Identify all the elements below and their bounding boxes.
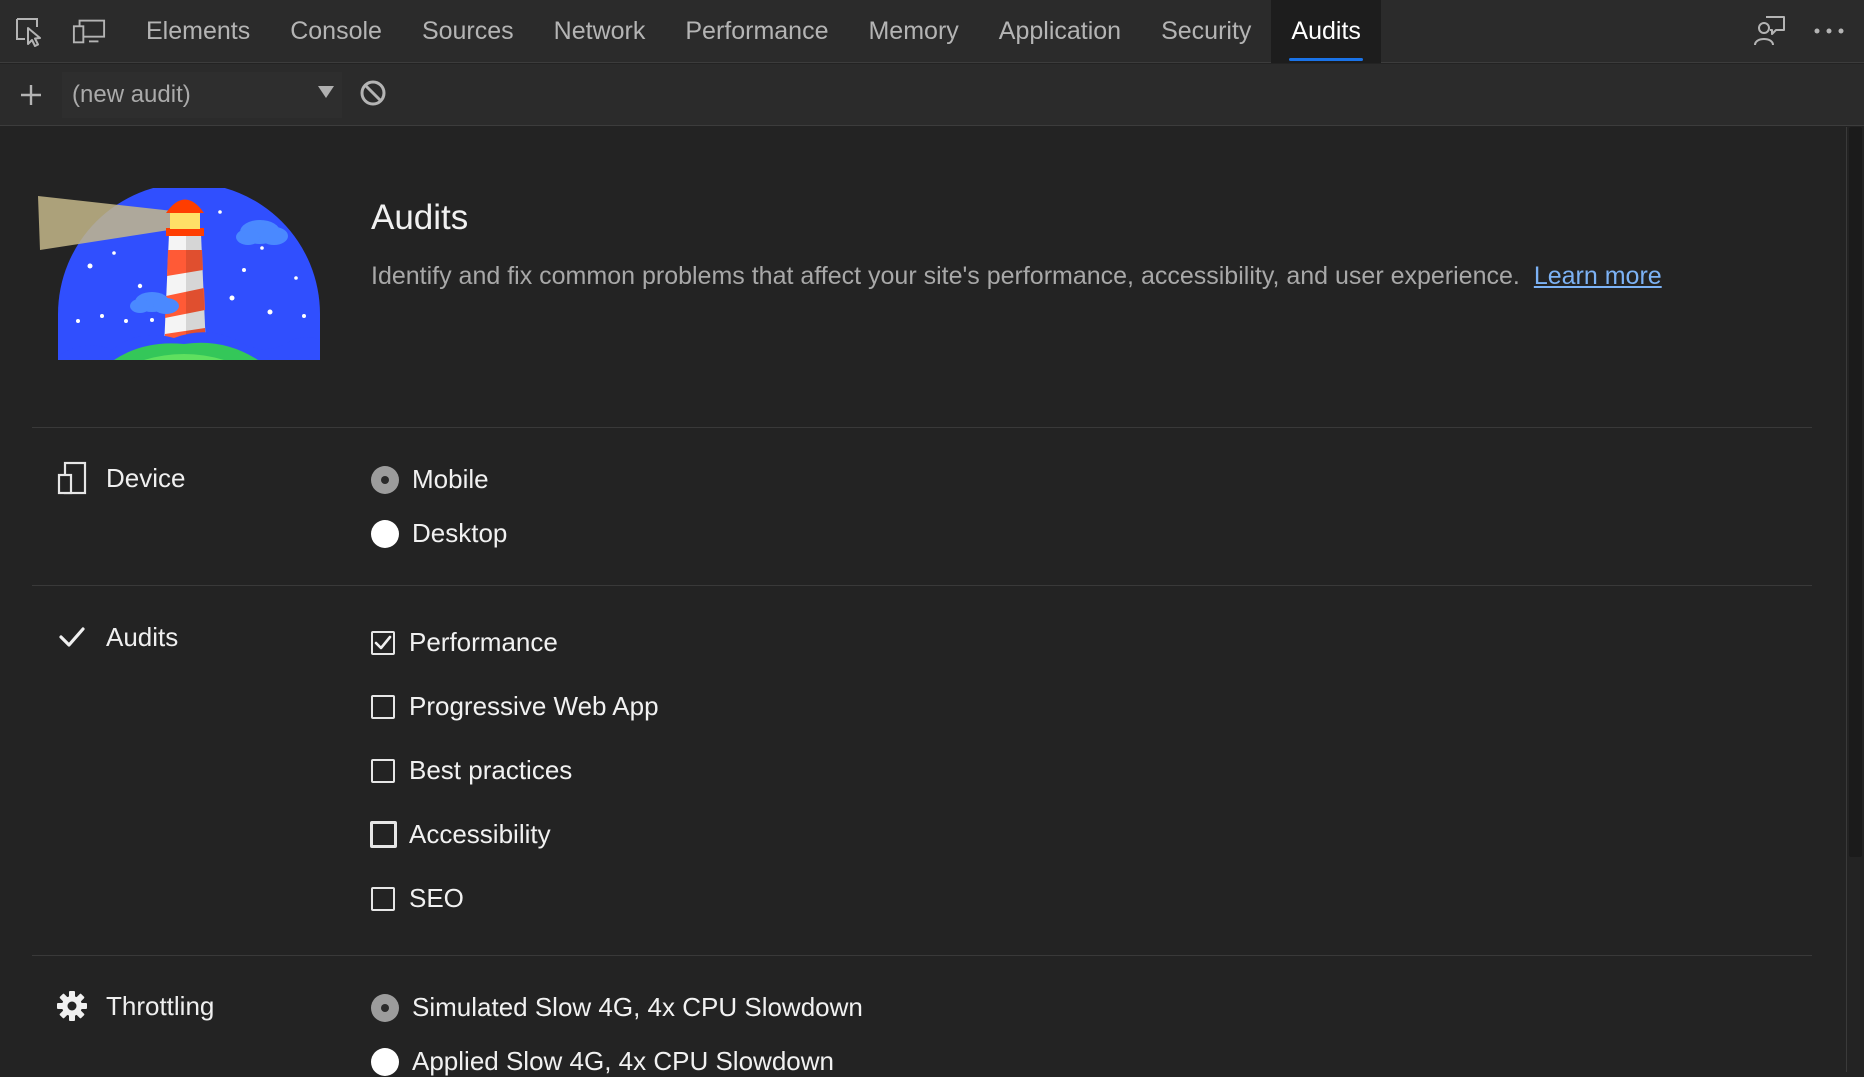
divider (32, 955, 1812, 956)
page-title: Audits (371, 198, 469, 237)
option-label: Best practices (409, 755, 573, 785)
audits-section-label: Audits (56, 620, 178, 654)
tab-performance[interactable]: Performance (665, 0, 848, 63)
option-label: Performance (409, 627, 558, 657)
device-label: Device (106, 462, 186, 493)
learn-more-link[interactable]: Learn more (1534, 262, 1662, 290)
checkbox-best-practices[interactable] (371, 758, 395, 783)
throttling-label: Throttling (106, 990, 215, 1021)
tab-application[interactable]: Application (979, 0, 1141, 63)
device-section-label: Device (56, 461, 185, 495)
audit-option-best-practices[interactable]: Best practices (371, 755, 572, 786)
page-description: Identify and fix common problems that af… (371, 262, 1662, 291)
throttling-section-label: Throttling (56, 989, 214, 1023)
gear-icon (56, 989, 88, 1023)
checkbox-accessibility[interactable] (370, 821, 397, 848)
inspect-element-icon[interactable] (12, 14, 46, 48)
tab-network[interactable]: Network (534, 0, 666, 63)
radio-desktop[interactable] (371, 519, 399, 548)
checkbox-seo[interactable] (371, 886, 395, 911)
radio-applied[interactable] (371, 1047, 399, 1076)
device-option-desktop[interactable]: Desktop (371, 518, 507, 549)
device-emulation-icon[interactable] (72, 14, 106, 48)
option-label: SEO (409, 883, 464, 913)
divider (32, 585, 1812, 586)
device-option-mobile[interactable]: Mobile (371, 464, 489, 495)
devtools-tab-bar: Elements Console Sources Network Perform… (0, 0, 1864, 63)
plus-icon[interactable] (14, 78, 48, 112)
option-label: Accessibility (409, 819, 551, 849)
audit-option-pwa[interactable]: Progressive Web App (371, 691, 659, 722)
description-text: Identify and fix common problems that af… (371, 262, 1520, 290)
checkmark-icon (56, 620, 88, 654)
throttling-option-applied[interactable]: Applied Slow 4G, 4x CPU Slowdown (371, 1046, 834, 1077)
audit-report-select[interactable]: (new audit) (62, 72, 342, 118)
audit-select-value: (new audit) (72, 81, 191, 108)
vertical-scrollbar[interactable] (1846, 127, 1864, 1072)
device-icon (56, 461, 88, 495)
feedback-icon[interactable] (1752, 14, 1786, 48)
option-label: Simulated Slow 4G, 4x CPU Slowdown (412, 992, 863, 1022)
tab-sources[interactable]: Sources (402, 0, 534, 63)
option-label: Applied Slow 4G, 4x CPU Slowdown (412, 1046, 834, 1076)
audits-toolbar: (new audit) (0, 64, 1864, 126)
option-label: Progressive Web App (409, 691, 659, 721)
more-options-icon[interactable] (1812, 14, 1846, 48)
tab-security[interactable]: Security (1141, 0, 1271, 63)
tab-elements[interactable]: Elements (126, 0, 270, 63)
chevron-down-icon (318, 86, 334, 98)
option-label: Desktop (412, 518, 508, 548)
tab-memory[interactable]: Memory (848, 0, 978, 63)
clear-block-icon[interactable] (358, 78, 388, 113)
audits-label: Audits (106, 621, 179, 652)
radio-mobile[interactable] (371, 465, 399, 494)
divider (32, 427, 1812, 428)
radio-simulated[interactable] (371, 993, 399, 1022)
audit-option-performance[interactable]: Performance (371, 627, 558, 658)
audit-option-accessibility[interactable]: Accessibility (370, 819, 551, 850)
checkbox-performance[interactable] (371, 630, 395, 655)
lighthouse-logo (34, 183, 330, 365)
checkbox-pwa[interactable] (371, 694, 395, 719)
tab-console[interactable]: Console (270, 0, 402, 63)
audit-option-seo[interactable]: SEO (371, 883, 464, 914)
panel-tabs: Elements Console Sources Network Perform… (126, 0, 1381, 63)
tab-audits[interactable]: Audits (1271, 0, 1381, 63)
throttling-option-simulated[interactable]: Simulated Slow 4G, 4x CPU Slowdown (371, 992, 863, 1023)
scrollbar-thumb[interactable] (1849, 127, 1862, 857)
option-label: Mobile (412, 464, 489, 494)
